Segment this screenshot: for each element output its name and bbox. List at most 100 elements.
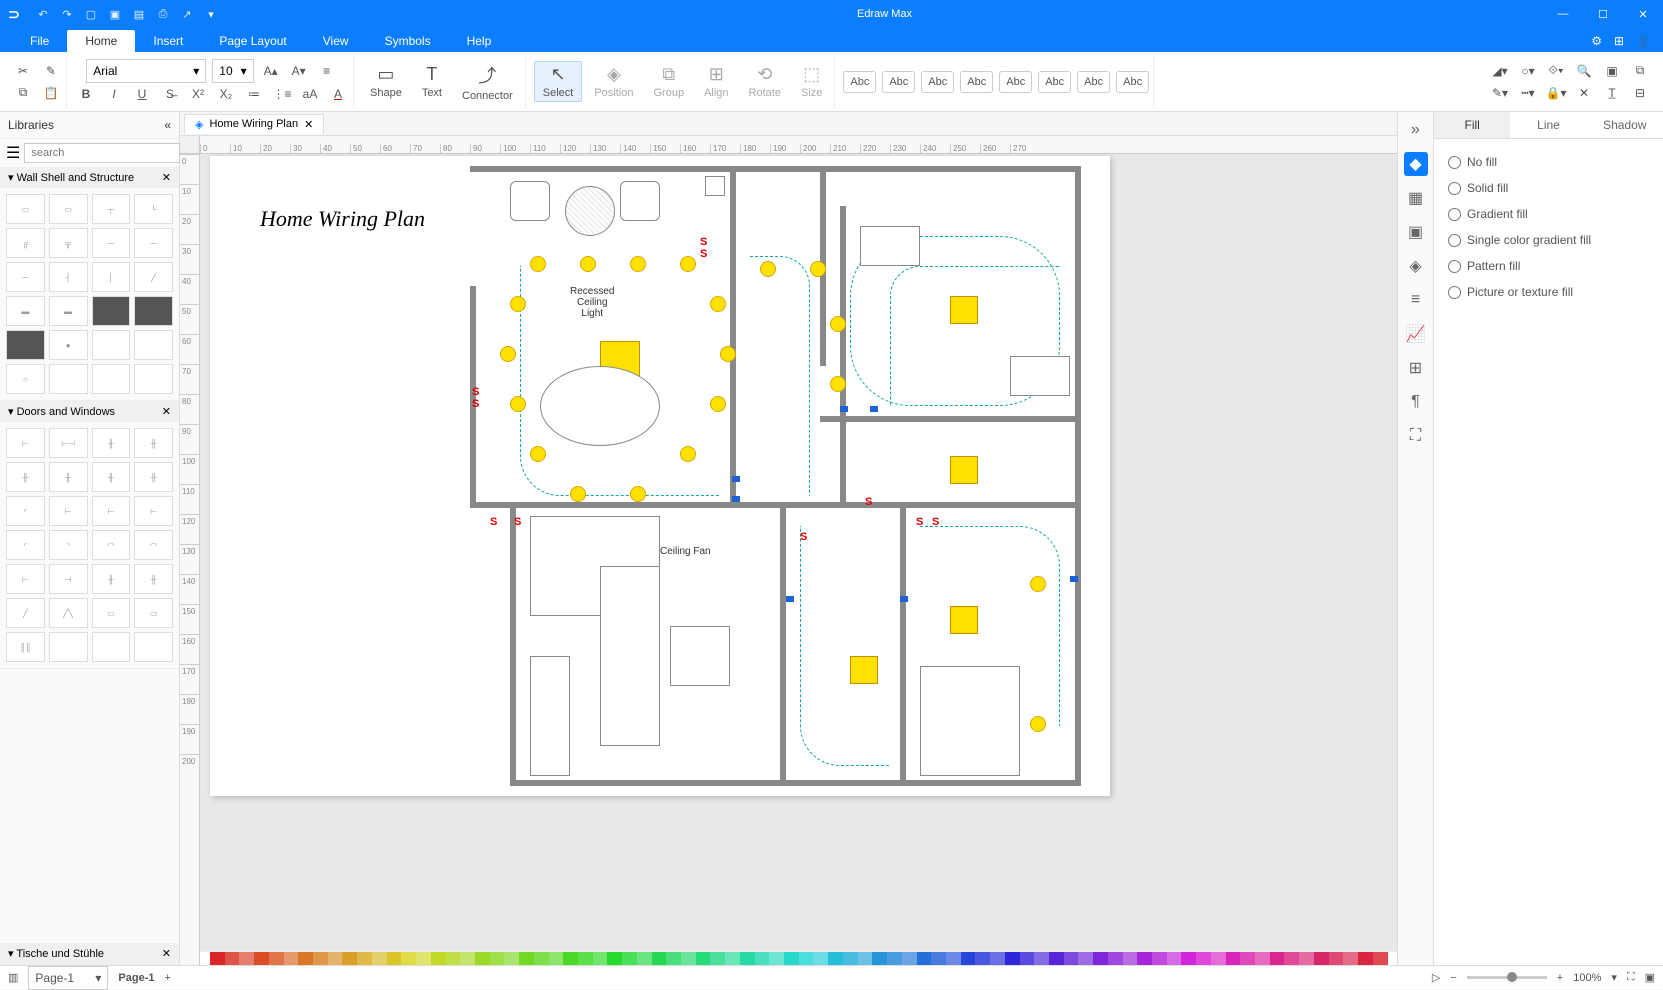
image-icon[interactable]: ▣ (1404, 220, 1428, 244)
shape-item[interactable]: ─ (6, 262, 45, 292)
layers2-icon[interactable]: ◈ (1404, 254, 1428, 278)
qat-more-icon[interactable]: ▾ (202, 5, 220, 23)
lib-search-input[interactable] (24, 143, 180, 163)
shape-item[interactable]: ╫ (92, 428, 131, 458)
fill-icon[interactable]: ◢▾ (1489, 60, 1511, 82)
line-style-icon[interactable]: ✎▾ (1489, 82, 1511, 104)
cut-icon[interactable]: ✂ (12, 60, 34, 82)
undo-icon[interactable]: ↶ (34, 5, 52, 23)
shape-item[interactable]: ● (49, 330, 88, 360)
layers-icon[interactable]: ▣ (1601, 60, 1623, 82)
case-icon[interactable]: aA (299, 83, 321, 105)
bullets-icon[interactable]: ≔ (243, 83, 265, 105)
style-5[interactable]: Abc (999, 71, 1032, 93)
dash-icon[interactable]: ┅▾ (1517, 82, 1539, 104)
italic-icon[interactable]: I (103, 83, 125, 105)
shape-item[interactable]: ╫ (134, 564, 173, 594)
lib-section-tische[interactable]: ▾ Tische und Stühle✕ (0, 943, 179, 964)
shadow-icon[interactable]: ○▾ (1517, 60, 1539, 82)
tab-file[interactable]: File (12, 30, 67, 52)
underline-icon[interactable]: U (131, 83, 153, 105)
connector-button[interactable]: ⤴Connector (454, 60, 521, 104)
play-icon[interactable]: ▷ (1432, 971, 1440, 984)
subscript-icon[interactable]: X₂ (215, 83, 237, 105)
tools-icon[interactable]: ✕ (1573, 82, 1595, 104)
copy-icon[interactable]: ⧉ (12, 82, 34, 104)
redo-icon[interactable]: ↷ (58, 5, 76, 23)
style-7[interactable]: Abc (1077, 71, 1110, 93)
shape-item[interactable]: ╱ (6, 598, 45, 628)
shape-item[interactable]: ◜ (6, 530, 45, 560)
shape-item[interactable] (134, 296, 173, 326)
bold-icon[interactable]: B (75, 83, 97, 105)
shape-item[interactable] (49, 364, 88, 394)
open-icon[interactable]: ▣ (106, 5, 124, 23)
rotate-button[interactable]: ⟲Rotate (741, 62, 789, 101)
text-button[interactable]: TText (414, 62, 450, 101)
new-icon[interactable]: ▢ (82, 5, 100, 23)
shape-item[interactable]: ╔ (6, 228, 45, 258)
close-tab-icon[interactable]: ✕ (304, 118, 313, 131)
style-6[interactable]: Abc (1038, 71, 1071, 93)
shape-item[interactable]: ⊣ (49, 564, 88, 594)
font-shrink-icon[interactable]: A▾ (288, 60, 310, 82)
zoom-slider[interactable] (1467, 976, 1547, 979)
shape-item[interactable]: ○ (6, 364, 45, 394)
opt-nofill[interactable]: No fill (1448, 149, 1649, 175)
style-4[interactable]: Abc (960, 71, 993, 93)
style-3[interactable]: Abc (921, 71, 954, 93)
shape-item[interactable]: ⊢ (6, 428, 45, 458)
search-icon[interactable]: 🔍 (1573, 60, 1595, 82)
opt-picture[interactable]: Picture or texture fill (1448, 279, 1649, 305)
rtab-line[interactable]: Line (1510, 112, 1586, 138)
lib-icon[interactable]: ☰ (6, 143, 20, 163)
shape-item[interactable]: ╫ (92, 462, 131, 492)
align-icon[interactable]: ≡ (316, 60, 338, 82)
save-icon[interactable]: ▤ (130, 5, 148, 23)
shape-item[interactable]: ◜ (6, 496, 45, 526)
settings-icon[interactable]: ⚙ (1591, 34, 1602, 48)
fontsize-dropdown[interactable]: 10▾ (212, 59, 253, 83)
shape-item[interactable]: ⊢⊣ (49, 428, 88, 458)
tab-symbols[interactable]: Symbols (367, 30, 449, 52)
fontcolor-icon[interactable]: A (327, 83, 349, 105)
shape-item[interactable]: ║║ (6, 632, 45, 662)
shape-item[interactable] (134, 330, 173, 360)
shape-item[interactable]: └ (134, 194, 173, 224)
shape-item[interactable] (92, 330, 131, 360)
paper[interactable]: Home Wiring Plan (210, 156, 1110, 796)
paste-icon[interactable]: 📋 (40, 82, 62, 104)
shape-item[interactable]: ┬ (92, 194, 131, 224)
apps-icon[interactable]: ⊞ (1614, 34, 1624, 48)
close-icon[interactable]: ✕ (162, 405, 171, 418)
shape-item[interactable]: ╫ (134, 462, 173, 492)
crop-icon[interactable]: ⟐▾ (1545, 60, 1567, 82)
zoom-dropdown-icon[interactable]: ▾ (1611, 971, 1617, 984)
font-dropdown[interactable]: Arial▾ (86, 59, 206, 83)
textbox-icon[interactable]: T̲ (1601, 82, 1623, 104)
numbering-icon[interactable]: ⋮≡ (271, 83, 293, 105)
canvas[interactable]: 0102030405060708090100110120130140150160… (180, 136, 1397, 965)
size-button[interactable]: ⬚Size (793, 62, 830, 101)
fit-icon[interactable]: ⛶ (1627, 971, 1635, 984)
shape-item[interactable]: ◜◝ (134, 530, 173, 560)
db-icon[interactable]: ≡ (1404, 288, 1428, 312)
shape-button[interactable]: ▭Shape (362, 62, 410, 101)
page-view-icon[interactable]: ▣ (1645, 971, 1655, 984)
user-icon[interactable]: 👤 (1636, 34, 1651, 48)
shape-item[interactable]: ╫ (6, 462, 45, 492)
chart-icon[interactable]: 📈 (1404, 322, 1428, 346)
panes-icon[interactable]: ⧉ (1629, 60, 1651, 82)
tab-view[interactable]: View (305, 30, 367, 52)
tab-help[interactable]: Help (449, 30, 510, 52)
shape-item[interactable]: ▬ (6, 296, 45, 326)
zoom-out-icon[interactable]: − (1450, 972, 1456, 984)
print-icon[interactable]: ⎙ (154, 5, 172, 23)
tab-insert[interactable]: Insert (135, 30, 201, 52)
maximize-button[interactable]: ☐ (1583, 0, 1623, 28)
shape-item[interactable]: ─ (92, 228, 131, 258)
format-painter-icon[interactable]: ✎ (40, 60, 62, 82)
hierarchy-icon[interactable]: ⊟ (1629, 82, 1651, 104)
add-page-icon[interactable]: + (164, 972, 170, 984)
lock-icon[interactable]: 🔒▾ (1545, 82, 1567, 104)
